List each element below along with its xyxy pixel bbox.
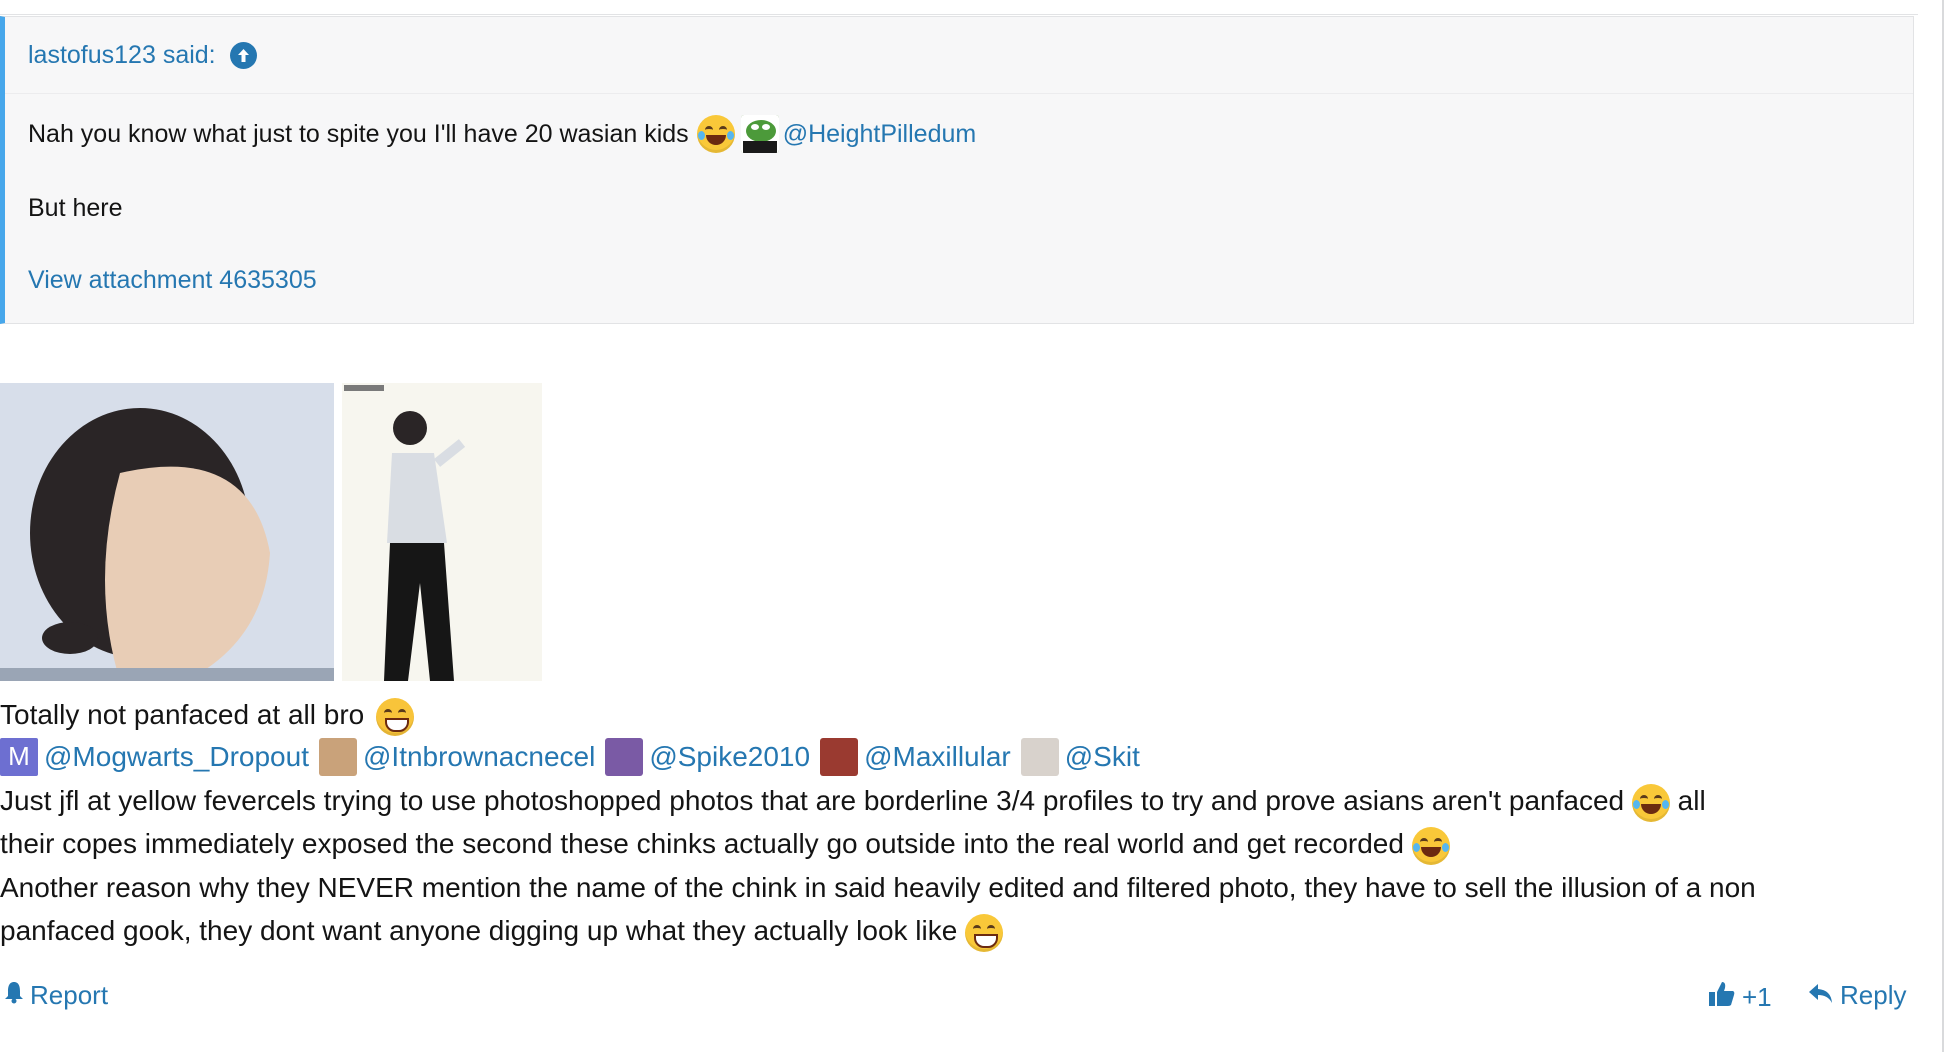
grin-emoji-icon [965,913,1004,952]
mention-link[interactable]: @Itnbrownacnecel [363,735,595,778]
post-paragraph-1: Just jfl at yellow fevercels trying to u… [0,779,1900,822]
thumbs-up-icon [1708,980,1736,1015]
post-text: their copes immediately exposed the seco… [0,828,1404,859]
bell-icon [4,980,24,1011]
post-text: all [1677,785,1706,816]
post-text: panfaced gook, they dont want anyone dig… [0,915,958,946]
attachment-link[interactable]: View attachment 4635305 [28,266,317,295]
top-divider [0,14,1918,15]
post-line-1: Totally not panfaced at all bro [0,693,1900,736]
post-paragraph-2b: panfaced gook, they dont want anyone dig… [0,909,1900,952]
avatar [605,737,644,776]
mention-link[interactable]: @Maxillular [864,735,1011,778]
quote-header: lastofus123 said: [5,17,1913,94]
attached-image-fullbody[interactable] [342,383,542,681]
post-paragraph-1b: their copes immediately exposed the seco… [0,822,1900,865]
mention-link[interactable]: @HeightPilledum [783,120,977,149]
mention-link[interactable]: @Mogwarts_Dropout [44,735,309,778]
avatar [820,737,859,776]
attached-image-profile[interactable] [0,383,334,681]
avatar [1020,737,1059,776]
reply-button[interactable]: Reply [1808,980,1906,1011]
post-paragraph-2: Another reason why they NEVER mention th… [0,872,1756,903]
mention-avatar-badge: M [0,737,38,776]
joy-emoji-icon [696,115,735,153]
post-text: Totally not panfaced at all bro [0,699,365,730]
quote-text: Nah you know what just to spite you I'll… [28,119,689,148]
joy-emoji-icon [1631,783,1670,822]
joy-emoji-icon [1411,826,1450,865]
reply-icon [1808,980,1834,1011]
grin-emoji-icon [376,697,415,736]
quote-line-2: But here [28,194,123,222]
mention-list: M @Mogwarts_Dropout @Itnbrownacnecel @Sp… [0,735,1900,778]
report-label: Report [30,980,109,1010]
mention-link[interactable]: @Skit [1065,735,1140,778]
mention-link[interactable]: @Spike2010 [649,735,810,778]
report-button[interactable]: Report [4,980,108,1011]
quote-author-link[interactable]: lastofus123 said: [28,41,216,70]
avatar [318,737,357,776]
up-arrow-icon[interactable] [229,41,257,69]
pepe-avatar-icon [740,115,779,153]
reply-label: Reply [1840,980,1907,1010]
reaction-count: +1 [1742,982,1772,1012]
quote-line-1: Nah you know what just to spite you I'll… [28,115,976,153]
like-button[interactable]: +1 [1708,980,1772,1015]
scroll-edge [1942,0,1944,1052]
post-text: Just jfl at yellow fevercels trying to u… [0,785,1625,816]
